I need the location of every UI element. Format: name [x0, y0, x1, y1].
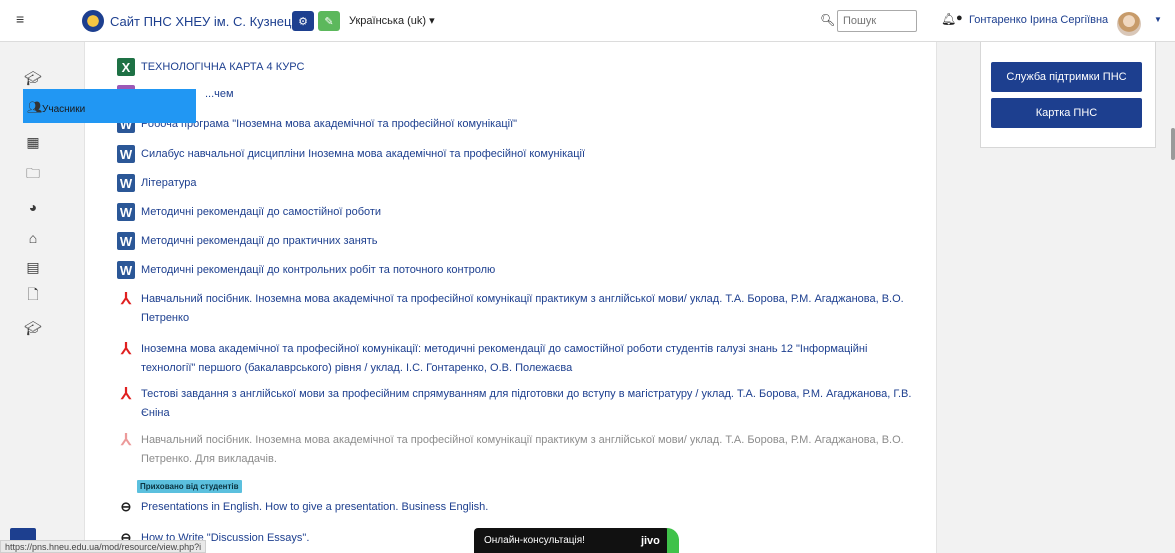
hidden-from-students-badge: Приховано від студентів	[137, 480, 242, 493]
pns-card-button[interactable]: Картка ПНС	[991, 98, 1142, 128]
folder-icon[interactable]: 🗀	[24, 165, 42, 184]
resource-line: Єніна	[141, 407, 170, 419]
word-icon: W	[117, 203, 135, 221]
resource-line: Навчальний посібник. Іноземна мова акаде…	[141, 293, 904, 305]
users-icon: 👥︎	[27, 100, 43, 114]
list-item[interactable]: W Силабус навчальної дисципліни Іноземна…	[117, 145, 585, 164]
resource-link[interactable]: Методичні рекомендації до самостійної ро…	[141, 203, 381, 222]
list-item[interactable]: ⅄ Навчальний посібник. Іноземна мова ака…	[117, 290, 904, 328]
resource-line: технології" першого (бакалаврського) рів…	[141, 362, 573, 374]
list-item[interactable]: X ТЕХНОЛОГІЧНА КАРТА 4 КУРС	[117, 58, 304, 77]
settings-cogs-button[interactable]: ⚙	[292, 11, 314, 31]
resource-link[interactable]: Навчальний посібник. Іноземна мова акаде…	[141, 290, 904, 328]
resource-link[interactable]: Іноземна мова академічної та професійної…	[141, 340, 867, 378]
pdf-icon: ⅄	[121, 341, 131, 358]
resource-link[interactable]: Методичні рекомендації до контрольних ро…	[141, 261, 495, 280]
list-item[interactable]: ⅄ Тестові завдання з англійської мови за…	[117, 385, 911, 423]
graduation-cap-icon[interactable]: 🎓︎	[24, 319, 42, 337]
dashboard-icon[interactable]: ◕	[24, 198, 42, 216]
edit-mode-button[interactable]: ✎	[318, 11, 340, 31]
edit-icon: ✎	[324, 15, 334, 28]
search-input[interactable]	[837, 10, 917, 32]
list-item[interactable]: W Методичні рекомендації до контрольних …	[117, 261, 495, 280]
pdf-icon: ⅄	[121, 386, 131, 403]
resource-link[interactable]: ТЕХНОЛОГІЧНА КАРТА 4 КУРС	[141, 58, 304, 77]
top-navbar: ≡ Сайт ПНС ХНЕУ ім. С. Кузнеця ⚙ ✎ Украї…	[0, 0, 1175, 42]
calendar-icon[interactable]: ▤	[24, 258, 42, 276]
site-logo	[82, 10, 104, 32]
list-item[interactable]: W Методичні рекомендації до практичних з…	[117, 232, 378, 251]
search-icon: 🔍︎	[820, 13, 836, 27]
user-menu-name[interactable]: Гонтаренко Ірина Сергіївна	[969, 14, 1108, 26]
list-item[interactable]: W Методичні рекомендації до самостійної …	[117, 203, 381, 222]
grid-icon[interactable]: ▦	[24, 133, 42, 151]
list-item[interactable]: W Література	[117, 174, 196, 193]
resource-link[interactable]: Presentations in English. How to give a …	[141, 498, 488, 517]
resource-link[interactable]: ...чем	[205, 85, 234, 104]
word-icon: W	[117, 261, 135, 279]
word-icon: W	[117, 174, 135, 192]
resource-link[interactable]: Методичні рекомендації до практичних зан…	[141, 232, 378, 251]
resource-line: Петренко	[141, 312, 190, 324]
bell-icon[interactable]: 🔔︎	[941, 12, 956, 26]
support-service-button[interactable]: Служба підтримки ПНС	[991, 62, 1142, 92]
site-title[interactable]: Сайт ПНС ХНЕУ ім. С. Кузнеця	[110, 14, 299, 29]
resource-line: Іноземна мова академічної та професійної…	[141, 343, 868, 355]
link-icon: ⊖	[120, 499, 132, 514]
online-consultation-label[interactable]: Онлайн-консультація!	[484, 535, 585, 546]
chevron-down-icon[interactable]: ▼	[1154, 15, 1162, 24]
resource-link[interactable]: Навчальний посібник. Іноземна мова акаде…	[141, 431, 904, 469]
site-brand[interactable]: Сайт ПНС ХНЕУ ім. С. Кузнеця	[82, 10, 299, 32]
word-icon: W	[117, 145, 135, 163]
resource-line: Навчальний посібник. Іноземна мова акаде…	[141, 434, 904, 446]
avatar[interactable]	[1117, 12, 1141, 36]
pdf-icon: ⅄	[121, 432, 131, 449]
resource-link[interactable]: Тестові завдання з англійської мови за п…	[141, 385, 911, 423]
right-links-block: Служба підтримки ПНС Картка ПНС	[980, 42, 1156, 148]
cogs-icon: ⚙	[298, 15, 308, 28]
hamburger-icon[interactable]: ≡	[16, 12, 30, 26]
online-consultation-widget[interactable]: Онлайн-консультація! jivo	[474, 528, 679, 553]
resource-link[interactable]: Робоча програма "Іноземна мова академічн…	[141, 115, 517, 134]
scrollbar-thumb[interactable]	[1171, 128, 1175, 160]
list-item[interactable]: ⊖ Presentations in English. How to give …	[117, 498, 489, 517]
list-item[interactable]: ⅄ Іноземна мова академічної та професійн…	[117, 340, 867, 378]
chat-bubble-icon[interactable]: ●	[956, 12, 963, 24]
course-content: X ТЕХНОЛОГІЧНА КАРТА 4 КУРС ...чем W Роб…	[84, 42, 937, 553]
pdf-icon: ⅄	[121, 291, 131, 308]
home-icon[interactable]: ⌂	[24, 229, 42, 247]
excel-icon: X	[117, 58, 135, 76]
word-icon: W	[117, 232, 135, 250]
resource-line: Петренко. Для викладачів.	[141, 453, 277, 465]
jivo-logo: jivo	[640, 534, 660, 547]
graduation-cap-icon[interactable]: 🎓︎	[24, 69, 42, 87]
status-url: https://pns.hneu.edu.ua/mod/resource/vie…	[0, 540, 207, 553]
language-selector[interactable]: Українська (uk) ▾	[349, 14, 435, 27]
file-icon[interactable]: 🗋	[24, 286, 42, 305]
participants-label[interactable]: Учасники	[42, 104, 85, 115]
resource-link[interactable]: Література	[141, 174, 196, 193]
resource-line: Тестові завдання з англійської мови за п…	[141, 388, 912, 400]
resource-link[interactable]: Силабус навчальної дисципліни Іноземна м…	[141, 145, 585, 164]
list-item[interactable]: ⅄ Навчальний посібник. Іноземна мова ака…	[117, 431, 904, 469]
